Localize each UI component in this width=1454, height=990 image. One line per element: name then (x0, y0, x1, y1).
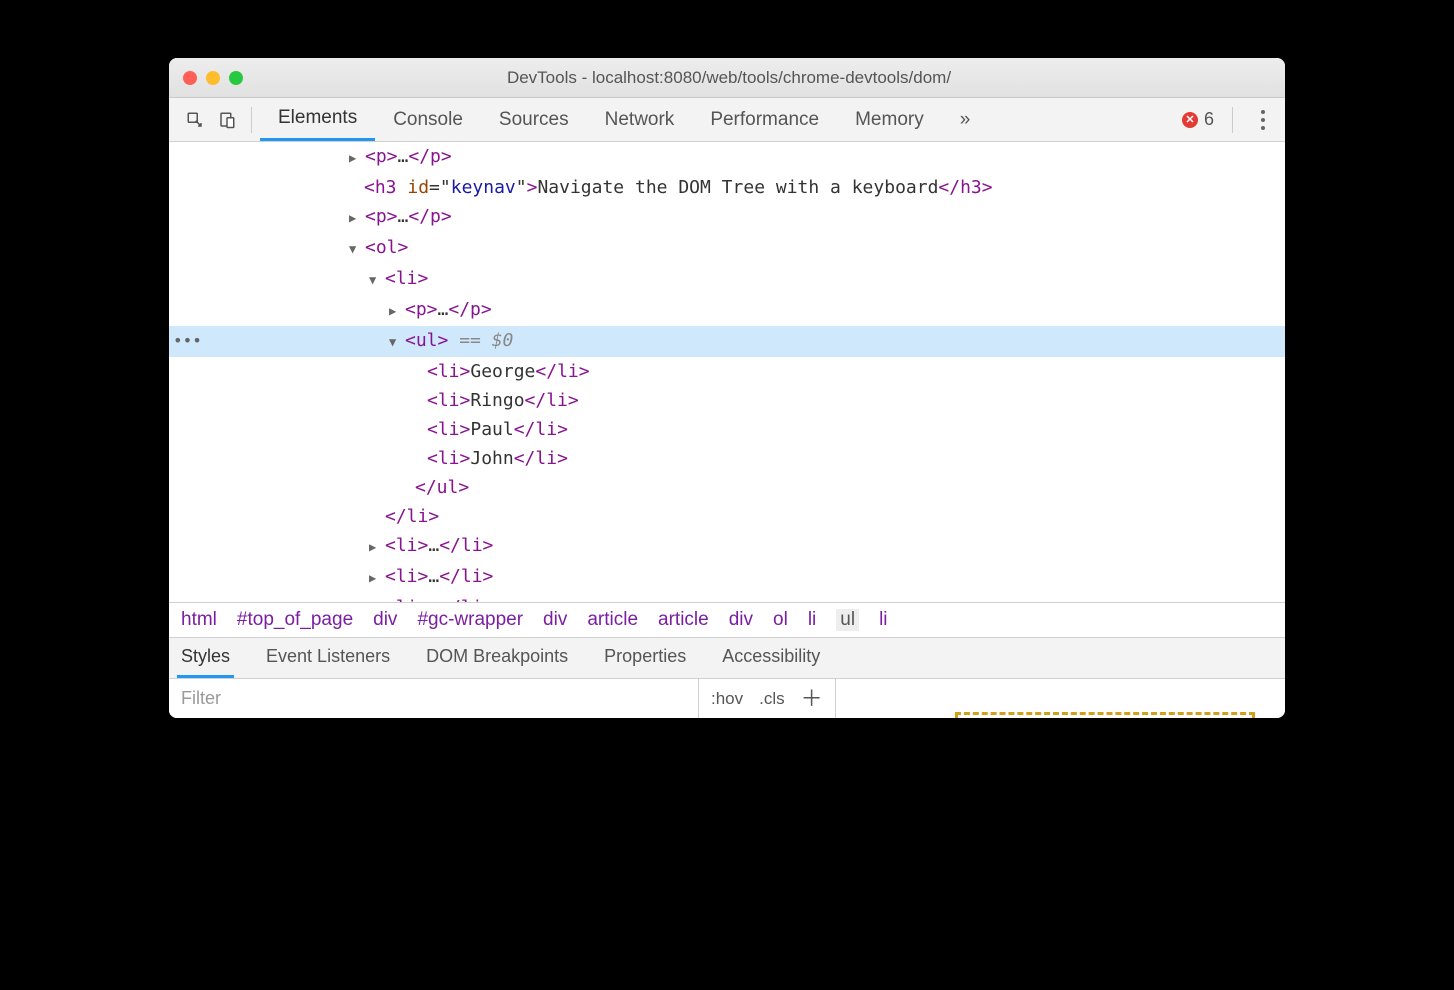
crumb-top[interactable]: #top_of_page (237, 609, 353, 631)
tab-memory[interactable]: Memory (837, 100, 942, 140)
menu-icon[interactable] (1251, 110, 1275, 130)
more-icon[interactable]: ••• (173, 326, 202, 355)
hov-cls-toggles: :hov .cls ＋ (699, 679, 836, 718)
stab-listeners[interactable]: Event Listeners (262, 638, 394, 678)
collapse-icon[interactable]: ▶ (369, 595, 383, 602)
titlebar: DevTools - localhost:8080/web/tools/chro… (169, 58, 1285, 98)
crumb-ul[interactable]: ul (836, 609, 859, 631)
window-title: DevTools - localhost:8080/web/tools/chro… (187, 68, 1271, 88)
inspect-icon[interactable] (179, 105, 211, 135)
crumb-article[interactable]: article (587, 609, 638, 631)
dom-tree[interactable]: ▶<p>…</p> <h3 id="keynav">Navigate the D… (169, 142, 1285, 602)
cls-toggle[interactable]: .cls (759, 689, 785, 709)
crumb-article2[interactable]: article (658, 609, 709, 631)
stab-breakpoints[interactable]: DOM Breakpoints (422, 638, 572, 678)
filter-input[interactable] (169, 679, 699, 718)
main-tabs: Elements Console Sources Network Perform… (260, 98, 988, 141)
devtools-window: DevTools - localhost:8080/web/tools/chro… (169, 58, 1285, 718)
tab-overflow[interactable]: » (942, 100, 989, 140)
crumb-li[interactable]: li (808, 609, 816, 631)
styles-tabs: Styles Event Listeners DOM Breakpoints P… (169, 637, 1285, 678)
separator (1232, 107, 1233, 133)
expand-icon[interactable]: ▼ (349, 235, 363, 264)
tab-performance[interactable]: Performance (692, 100, 837, 140)
collapse-icon[interactable]: ▶ (349, 204, 363, 233)
crumb-gc[interactable]: #gc-wrapper (417, 609, 523, 631)
tab-console[interactable]: Console (375, 100, 481, 140)
error-icon: ✕ (1182, 112, 1198, 128)
crumb-div2[interactable]: div (543, 609, 567, 631)
add-rule-icon[interactable]: ＋ (801, 688, 823, 710)
crumb-div[interactable]: div (373, 609, 397, 631)
tab-elements[interactable]: Elements (260, 98, 375, 141)
selected-node[interactable]: •••▼<ul> == $0 (169, 326, 1285, 357)
crumb-ol[interactable]: ol (773, 609, 788, 631)
expand-icon[interactable]: ▼ (369, 266, 383, 295)
main-toolbar: Elements Console Sources Network Perform… (169, 98, 1285, 142)
crumb-html[interactable]: html (181, 609, 217, 631)
breadcrumb: html #top_of_page div #gc-wrapper div ar… (169, 602, 1285, 637)
filter-bar: :hov .cls ＋ (169, 678, 1285, 718)
hov-toggle[interactable]: :hov (711, 689, 743, 709)
crumb-li2[interactable]: li (879, 609, 887, 631)
collapse-icon[interactable]: ▶ (389, 297, 403, 326)
expand-icon[interactable]: ▼ (389, 328, 403, 357)
collapse-icon[interactable]: ▶ (369, 533, 383, 562)
collapse-icon[interactable]: ▶ (349, 144, 363, 173)
tab-sources[interactable]: Sources (481, 100, 587, 140)
error-count: 6 (1204, 109, 1214, 130)
crumb-div3[interactable]: div (729, 609, 753, 631)
tab-network[interactable]: Network (587, 100, 693, 140)
separator (251, 107, 252, 133)
error-badge[interactable]: ✕ 6 (1182, 109, 1214, 130)
collapse-icon[interactable]: ▶ (369, 564, 383, 593)
stab-styles[interactable]: Styles (177, 638, 234, 678)
box-model-fragment (955, 712, 1255, 718)
stab-properties[interactable]: Properties (600, 638, 690, 678)
device-toggle-icon[interactable] (211, 105, 243, 135)
stab-accessibility[interactable]: Accessibility (718, 638, 824, 678)
